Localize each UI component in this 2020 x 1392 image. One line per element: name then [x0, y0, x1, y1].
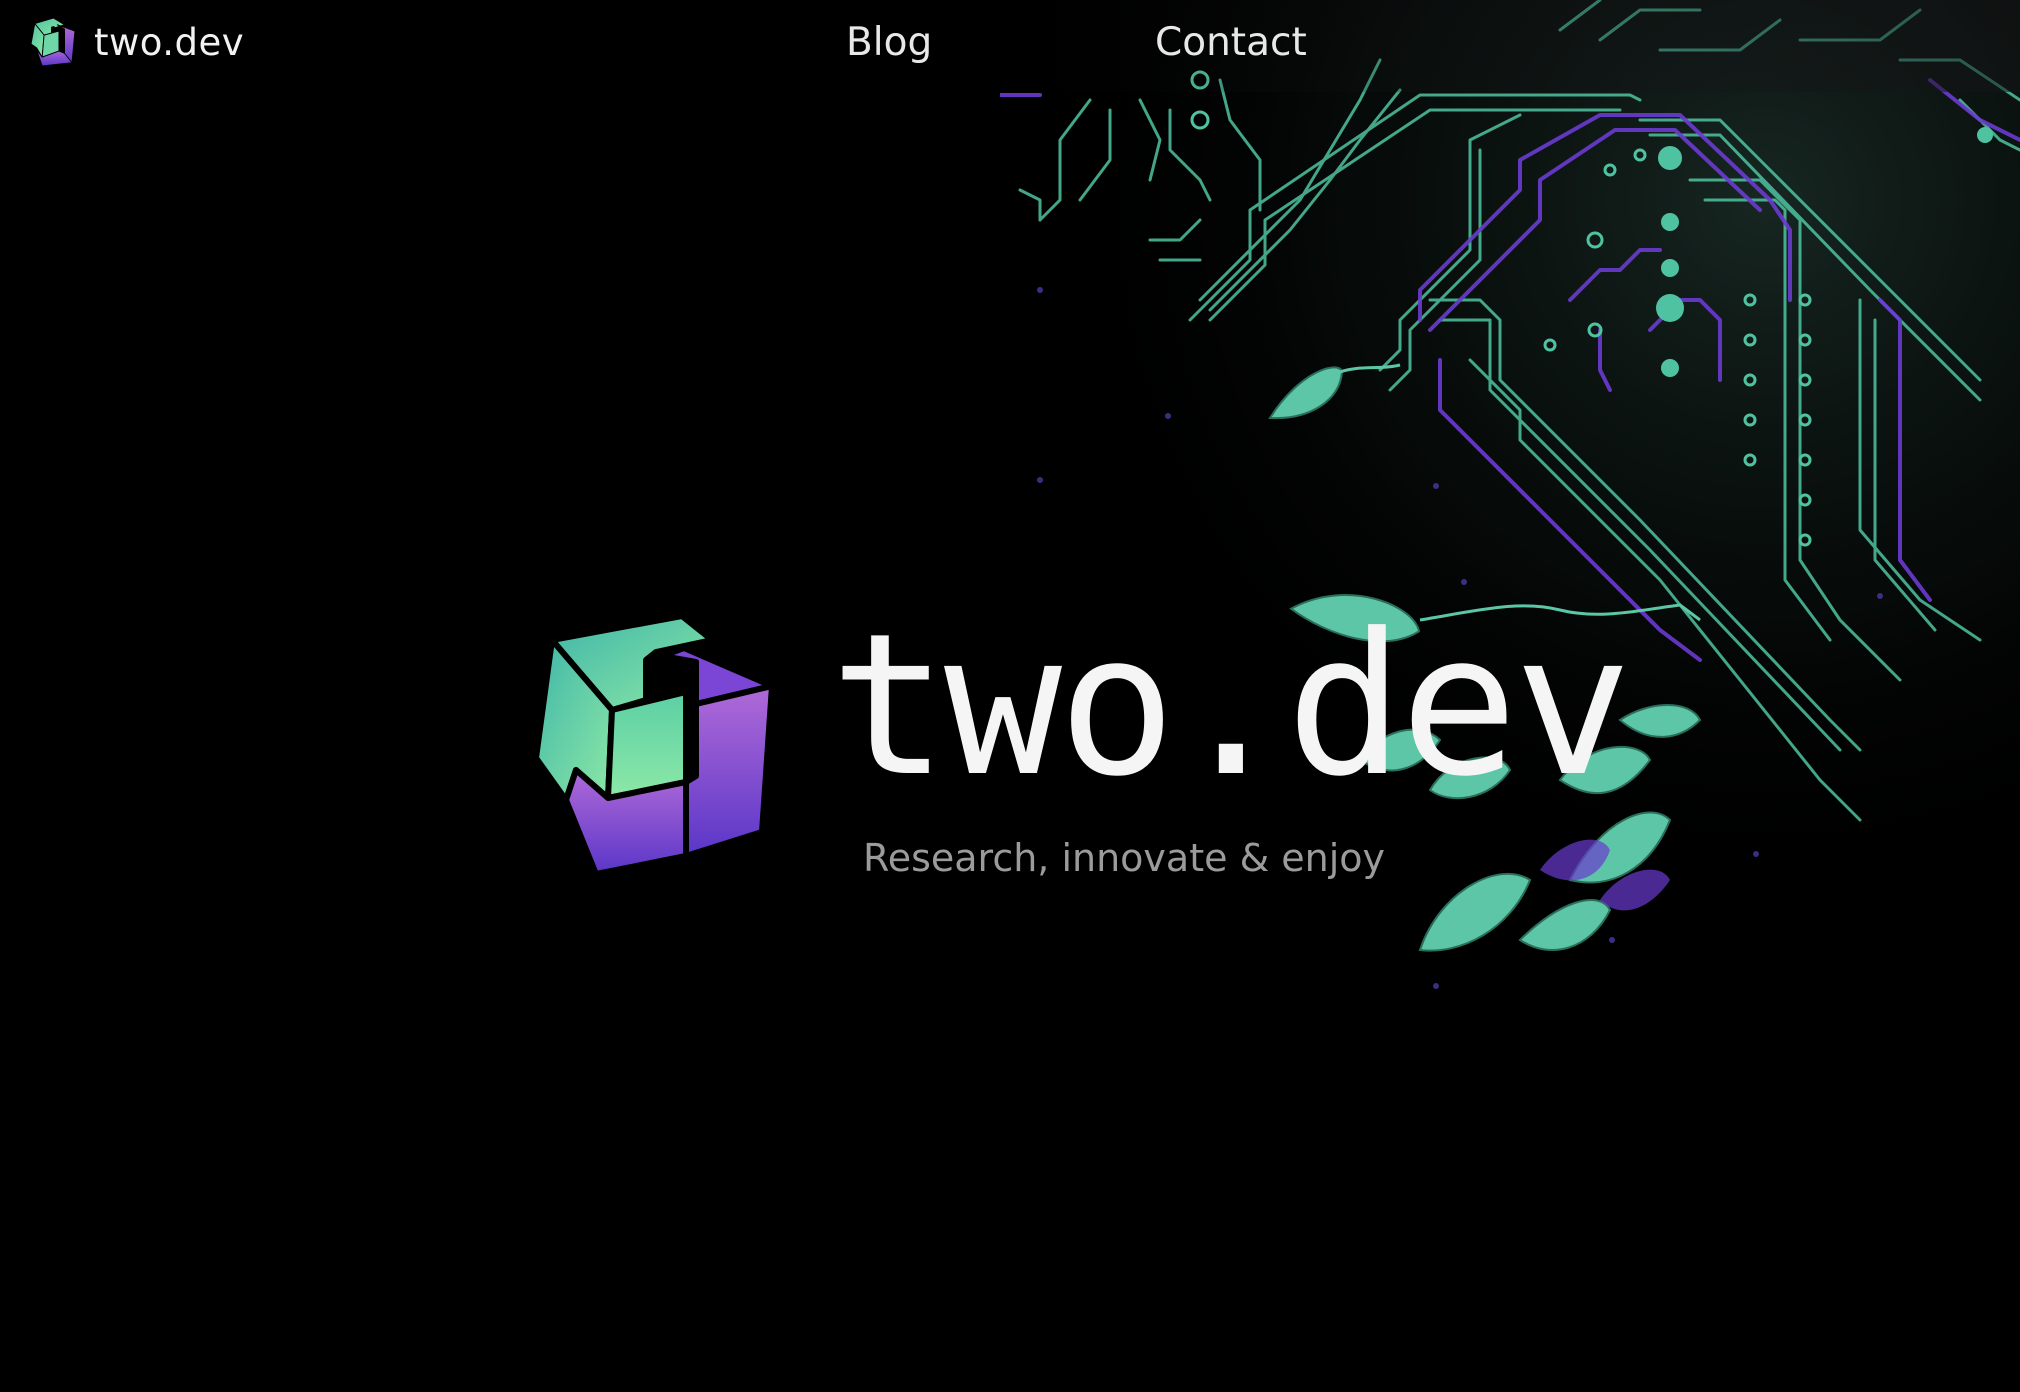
hero-tagline: Research, innovate & enjoy — [863, 836, 1386, 880]
top-navbar: two.dev Blog Contact — [0, 0, 2020, 92]
hero-title: two.dev — [830, 592, 1632, 820]
nav-link-contact[interactable]: Contact — [1155, 18, 1307, 68]
nav-link-blog[interactable]: Blog — [846, 18, 932, 68]
brand-home-link[interactable]: two.dev — [30, 18, 244, 66]
brand-name: two.dev — [94, 20, 245, 64]
two-dev-cube-logo — [536, 616, 772, 874]
two-dev-cube-icon — [30, 18, 76, 66]
